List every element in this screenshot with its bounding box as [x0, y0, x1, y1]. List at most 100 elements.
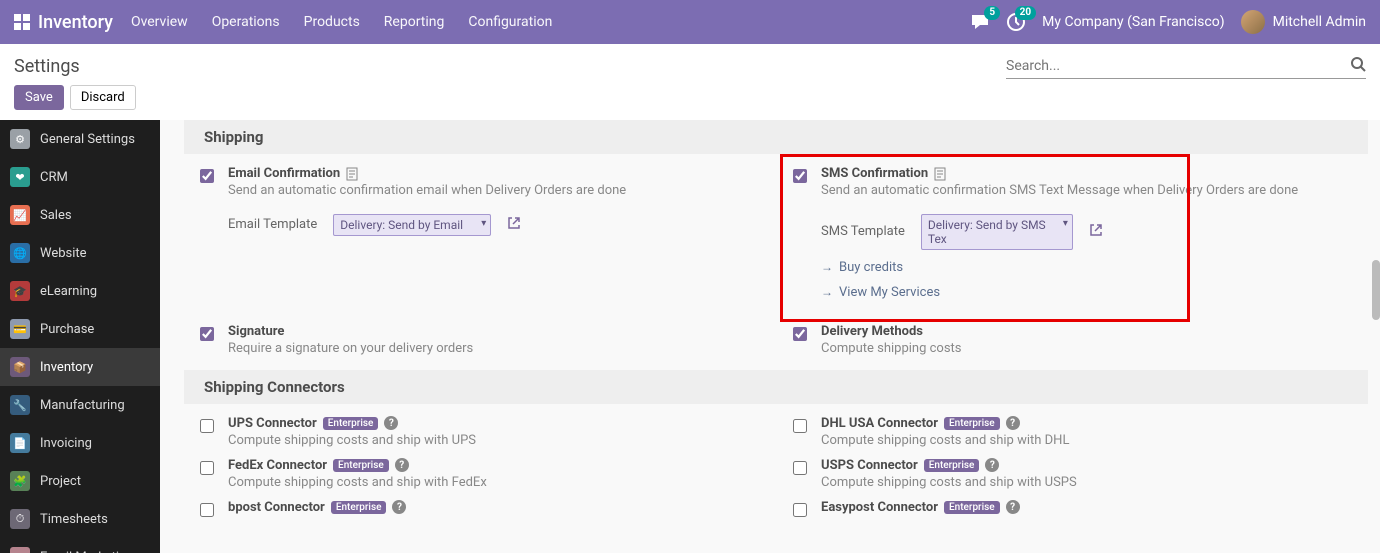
checkbox-sms-confirmation[interactable]: [793, 169, 807, 183]
sidebar-icon: ❤: [10, 167, 30, 187]
sidebar-item-label: General Settings: [40, 132, 135, 147]
sidebar-item-manufacturing[interactable]: 🔧 Manufacturing: [0, 386, 160, 424]
scrollbar-thumb[interactable]: [1372, 260, 1380, 320]
sidebar-item-timesheets[interactable]: ⏱Timesheets: [0, 500, 160, 538]
sidebar-icon: 💳: [10, 319, 30, 339]
search-icon[interactable]: [1350, 56, 1366, 76]
checkbox-bpost[interactable]: [200, 503, 214, 517]
sidebar-icon: 📈: [10, 205, 30, 225]
checkbox-ups[interactable]: [200, 419, 214, 433]
enterprise-badge: Enterprise: [924, 459, 980, 472]
external-link-icon[interactable]: [1089, 223, 1103, 241]
sidebar-item-label: Project: [40, 474, 81, 489]
sidebar-item-purchase[interactable]: 💳Purchase: [0, 310, 160, 348]
setting-title-label: Delivery Methods: [821, 324, 923, 339]
sidebar-item-project[interactable]: 🧩Project: [0, 462, 160, 500]
checkbox-dhl[interactable]: [793, 419, 807, 433]
sidebar-item-label: Manufacturing: [40, 398, 125, 413]
menu-operations[interactable]: Operations: [212, 14, 280, 30]
enterprise-badge: Enterprise: [331, 501, 387, 514]
setting-desc: Compute shipping costs and ship with Fed…: [228, 475, 761, 492]
doc-icon[interactable]: [346, 167, 358, 181]
sidebar-item-label: Website: [40, 246, 87, 261]
help-icon[interactable]: ?: [392, 500, 406, 514]
enterprise-badge: Enterprise: [333, 459, 389, 472]
save-button[interactable]: Save: [14, 85, 64, 110]
sidebar-icon: 🎓: [10, 281, 30, 301]
sidebar-item-crm[interactable]: ❤ CRM: [0, 158, 160, 196]
setting-ups-connector: UPS Connector Enterprise ? Compute shipp…: [184, 416, 777, 450]
setting-title-label: Email Confirmation: [228, 166, 340, 181]
setting-desc: Compute shipping costs: [821, 341, 1354, 358]
setting-title-label: DHL USA Connector: [821, 416, 938, 431]
setting-usps-connector: USPS Connector Enterprise ? Compute ship…: [777, 458, 1370, 492]
setting-title-label: bpost Connector: [228, 500, 325, 515]
checkbox-usps[interactable]: [793, 461, 807, 475]
sidebar-item-label: Invoicing: [40, 436, 92, 451]
sidebar-item-elearning[interactable]: 🎓eLearning: [0, 272, 160, 310]
settings-content[interactable]: Shipping Email Confirmation Send an auto…: [160, 120, 1380, 553]
sidebar-icon: ⚙: [10, 129, 30, 149]
app-brand[interactable]: Inventory: [38, 12, 113, 33]
sidebar-icon: 🌐: [10, 243, 30, 263]
help-icon[interactable]: ?: [1006, 500, 1020, 514]
buy-credits-link[interactable]: → Buy credits: [821, 260, 1354, 275]
setting-desc: Require a signature on your delivery ord…: [228, 341, 761, 358]
sidebar-item-sales[interactable]: 📈 Sales: [0, 196, 160, 234]
setting-dhl-connector: DHL USA Connector Enterprise ? Compute s…: [777, 416, 1370, 450]
checkbox-fedex[interactable]: [200, 461, 214, 475]
help-icon[interactable]: ?: [1006, 416, 1020, 430]
setting-desc: Send an automatic confirmation email whe…: [228, 183, 761, 200]
checkbox-signature[interactable]: [200, 327, 214, 341]
scrollbar[interactable]: [1370, 120, 1380, 553]
sidebar-icon: ⏱: [10, 509, 30, 529]
checkbox-delivery-methods[interactable]: [793, 327, 807, 341]
setting-desc: Compute shipping costs and ship with DHL: [821, 433, 1354, 450]
email-template-select[interactable]: Delivery: Send by Email: [333, 214, 491, 236]
sidebar-item-email-marketing[interactable]: ✉Email Marketing: [0, 538, 160, 553]
sidebar-icon: 🔧: [10, 395, 30, 415]
user-name: Mitchell Admin: [1273, 14, 1366, 30]
sidebar-item-invoicing[interactable]: 📄 Invoicing: [0, 424, 160, 462]
search-wrap: [1006, 54, 1366, 79]
sidebar-item-label: CRM: [40, 170, 68, 185]
enterprise-badge: Enterprise: [323, 417, 379, 430]
enterprise-badge: Enterprise: [944, 417, 1000, 430]
activity-icon[interactable]: 20: [1006, 12, 1026, 32]
menu-configuration[interactable]: Configuration: [468, 14, 552, 30]
menu-overview[interactable]: Overview: [131, 14, 188, 30]
sidebar-item-general-settings[interactable]: ⚙ General Settings: [0, 120, 160, 158]
help-icon[interactable]: ?: [384, 416, 398, 430]
apps-icon[interactable]: [14, 14, 30, 30]
setting-title-label: Easypost Connector: [821, 500, 938, 515]
discard-button[interactable]: Discard: [70, 85, 136, 110]
main: ⚙ General Settings ❤ CRM 📈 Sales 🌐 Website 🎓eLea…: [0, 120, 1380, 553]
search-input[interactable]: [1006, 54, 1366, 79]
doc-icon[interactable]: [934, 167, 946, 181]
help-icon[interactable]: ?: [395, 458, 409, 472]
enterprise-badge: Enterprise: [944, 501, 1000, 514]
external-link-icon[interactable]: [507, 216, 521, 234]
checkbox-easypost[interactable]: [793, 503, 807, 517]
activity-badge: 20: [1015, 6, 1036, 20]
checkbox-email-confirmation[interactable]: [200, 169, 214, 183]
sidebar-item-label: Sales: [40, 208, 72, 223]
sidebar-icon: 📄: [10, 433, 30, 453]
help-icon[interactable]: ?: [985, 458, 999, 472]
setting-title-label: SMS Confirmation: [821, 166, 928, 181]
menu-products[interactable]: Products: [304, 14, 360, 30]
subheader: Settings: [0, 44, 1380, 85]
chat-icon[interactable]: 5: [970, 12, 990, 32]
sms-template-select[interactable]: Delivery: Send by SMS Tex: [921, 214, 1073, 250]
top-navbar: Inventory Overview Operations Products R…: [0, 0, 1380, 44]
view-services-link[interactable]: → View My Services: [821, 285, 1354, 300]
sms-template-label: SMS Template: [821, 224, 905, 239]
sidebar-item-website[interactable]: 🌐 Website: [0, 234, 160, 272]
setting-easypost-connector: Easypost Connector Enterprise ?: [777, 500, 1370, 517]
setting-title-label: USPS Connector: [821, 458, 918, 473]
settings-sidebar: ⚙ General Settings ❤ CRM 📈 Sales 🌐 Website 🎓eLea…: [0, 120, 160, 553]
sidebar-item-inventory[interactable]: 📦Inventory: [0, 348, 160, 386]
user-menu[interactable]: Mitchell Admin: [1241, 10, 1366, 34]
menu-reporting[interactable]: Reporting: [384, 14, 445, 30]
company-switcher[interactable]: My Company (San Francisco): [1042, 14, 1224, 30]
